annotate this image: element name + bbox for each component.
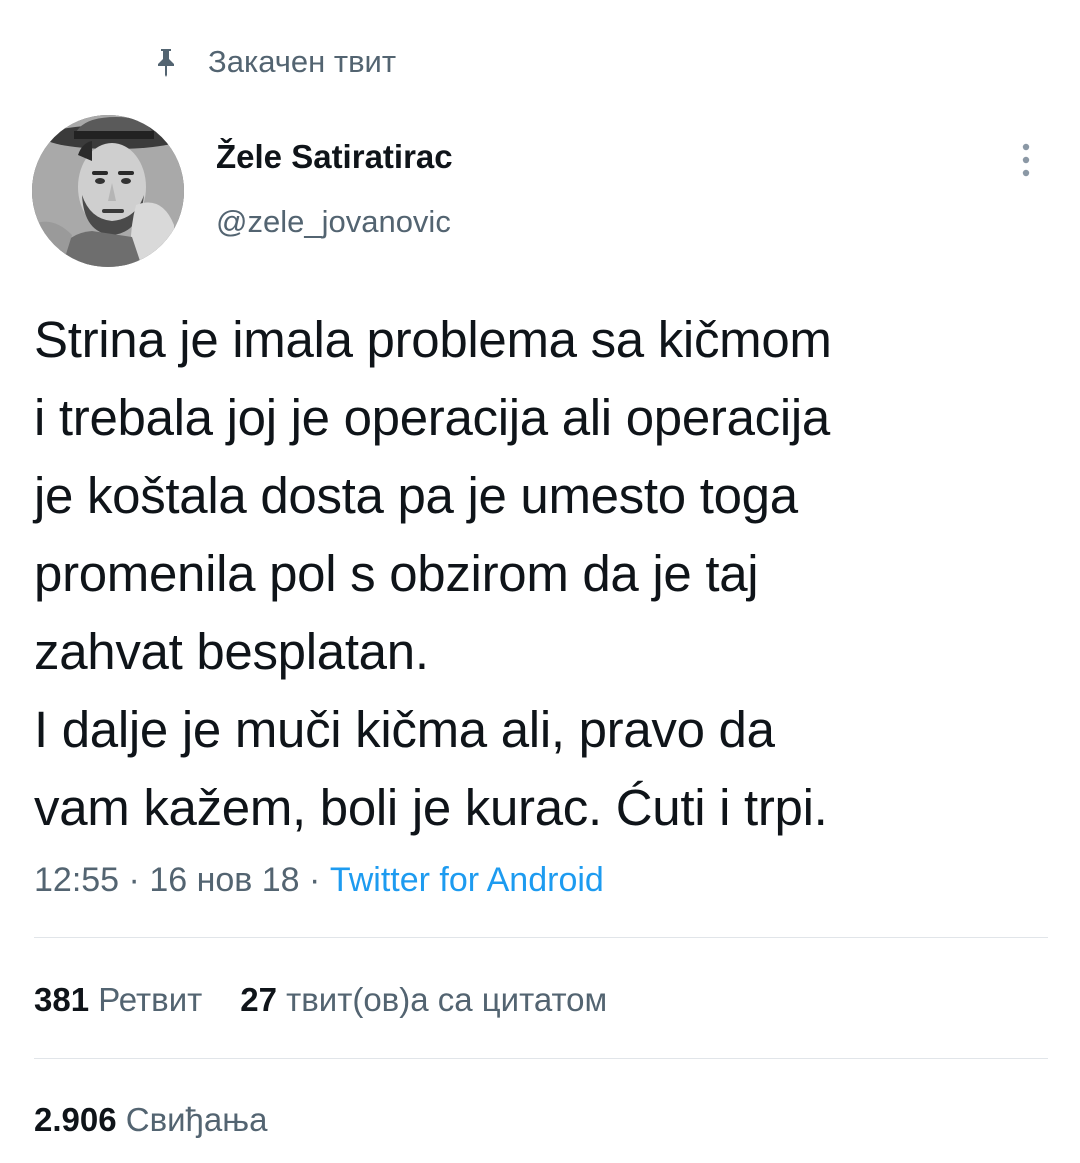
avatar[interactable] bbox=[32, 115, 184, 267]
pinned-tweet-indicator: Закачен твит bbox=[150, 40, 396, 84]
tweet-metadata: 12:55 · 16 нов 18 · Twitter for Android bbox=[34, 858, 604, 902]
divider bbox=[34, 1058, 1048, 1059]
quotes-stat[interactable]: 27 твит(ов)а са цитатом bbox=[240, 978, 607, 1022]
retweets-count: 381 bbox=[34, 981, 90, 1018]
tweet-date[interactable]: 16 нов 18 bbox=[149, 858, 299, 902]
likes-count: 2.906 bbox=[34, 1101, 117, 1138]
quotes-count: 27 bbox=[240, 981, 277, 1018]
likes-stats-row: 2.906 Свиђања bbox=[34, 1098, 305, 1142]
meta-separator: · bbox=[299, 861, 330, 899]
meta-separator: · bbox=[119, 861, 150, 899]
divider bbox=[34, 937, 1048, 938]
engagement-stats-row: 381 Ретвит 27 твит(ов)а са цитатом bbox=[34, 978, 645, 1022]
display-name[interactable]: Žele Satiratirac bbox=[216, 136, 453, 178]
tweet-source-link[interactable]: Twitter for Android bbox=[330, 858, 604, 902]
retweets-stat[interactable]: 381 Ретвит bbox=[34, 978, 202, 1022]
user-handle[interactable]: @zele_jovanovic bbox=[216, 201, 451, 243]
tweet-text: Strina je imala problema sa kičmom i tre… bbox=[34, 311, 832, 836]
retweets-label: Ретвит bbox=[89, 981, 203, 1018]
likes-label: Свиђања bbox=[116, 1101, 268, 1138]
tweet-time[interactable]: 12:55 bbox=[34, 858, 119, 902]
more-vertical-icon[interactable] bbox=[1008, 140, 1044, 180]
likes-stat[interactable]: 2.906 Свиђања bbox=[34, 1098, 267, 1142]
pinned-label: Закачен твит bbox=[208, 44, 397, 79]
pin-icon bbox=[150, 42, 182, 82]
quotes-label: твит(ов)а са цитатом bbox=[276, 981, 608, 1018]
